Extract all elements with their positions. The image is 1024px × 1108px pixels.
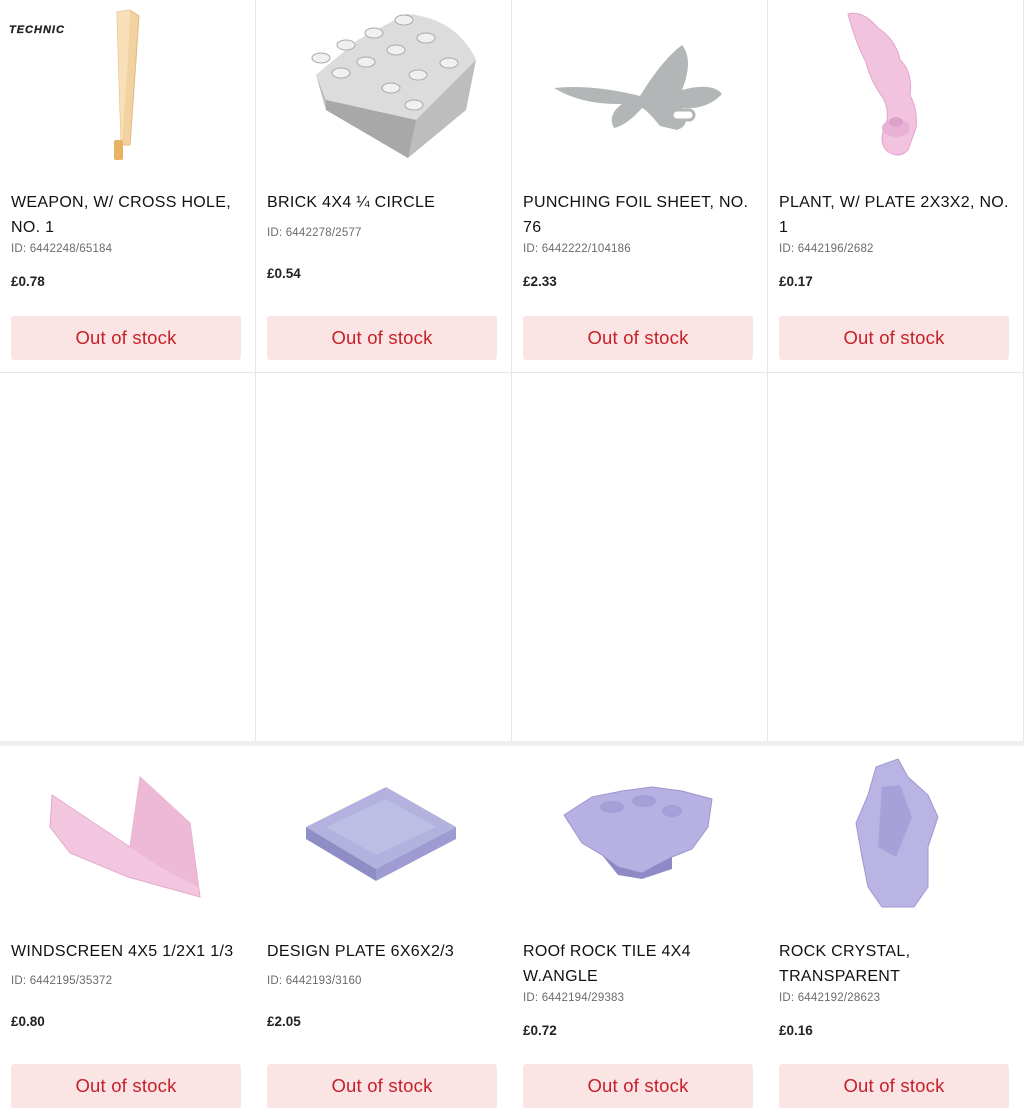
product-price: £0.78 [11,274,45,289]
product-title[interactable]: ROCK CRYSTAL, TRANSPARENT [779,939,1011,989]
windscreen-piece-icon [49,775,201,898]
product-card[interactable]: WINDSCREEN 4X5 1/2X1 1/3 ID: 6442195/353… [0,373,256,1108]
rock-crystal-icon [855,758,939,908]
product-card[interactable]: DESIGN PLATE 6X6X2/3 ID: 6442193/3160 £2… [256,373,512,1108]
out-of-stock-button[interactable]: Out of stock [523,316,753,360]
product-id: ID: 6442192/28623 [779,992,881,1004]
product-title[interactable]: ROOf ROCK TILE 4X4 W.ANGLE [523,939,755,989]
product-price: £2.33 [523,274,557,289]
product-card[interactable]: PUNCHING FOIL SHEET, NO. 76 ID: 6442222/… [512,0,768,373]
product-title[interactable]: DESIGN PLATE 6X6X2/3 [267,939,499,964]
foil-sheet-icon [554,45,722,130]
product-grid: TECHNIC WEAPON, W/ CROSS HOLE, NO. 1 ID:… [0,0,1024,1108]
out-of-stock-button[interactable]: Out of stock [523,1064,753,1108]
product-id: ID: 6442222/104186 [523,243,631,255]
out-of-stock-button[interactable]: Out of stock [267,316,497,360]
product-price: £0.16 [779,1023,813,1038]
product-title[interactable]: PUNCHING FOIL SHEET, NO. 76 [523,190,755,240]
product-price: £0.72 [523,1023,557,1038]
product-price: £0.54 [267,266,301,281]
product-title[interactable]: BRICK 4X4 ¼ CIRCLE [267,190,499,215]
product-image[interactable] [522,757,758,927]
product-image[interactable] [778,757,1014,927]
product-price: £0.17 [779,274,813,289]
product-image[interactable] [522,0,758,170]
product-image[interactable] [266,757,502,927]
out-of-stock-button[interactable]: Out of stock [779,1064,1009,1108]
out-of-stock-button[interactable]: Out of stock [267,1064,497,1108]
sword-piece-icon [114,9,140,160]
product-id: ID: 6442196/2682 [779,243,874,255]
product-card[interactable]: TECHNIC WEAPON, W/ CROSS HOLE, NO. 1 ID:… [0,0,256,373]
product-title[interactable]: WEAPON, W/ CROSS HOLE, NO. 1 [11,190,243,240]
product-card[interactable]: PLANT, W/ PLATE 2X3X2, NO. 1 ID: 6442196… [768,0,1024,373]
product-price: £2.05 [267,1014,301,1029]
product-image[interactable] [266,0,502,170]
out-of-stock-button[interactable]: Out of stock [779,316,1009,360]
out-of-stock-button[interactable]: Out of stock [11,316,241,360]
quarter-circle-brick-icon [311,14,476,158]
product-id: ID: 6442278/2577 [267,227,362,239]
product-title[interactable]: PLANT, W/ PLATE 2X3X2, NO. 1 [779,190,1011,240]
product-price: £0.80 [11,1014,45,1029]
rock-tile-icon [563,786,713,879]
product-card[interactable]: ROCK CRYSTAL, TRANSPARENT ID: 6442192/28… [768,373,1024,1108]
product-card[interactable]: ROOf ROCK TILE 4X4 W.ANGLE ID: 6442194/2… [512,373,768,1108]
product-title[interactable]: WINDSCREEN 4X5 1/2X1 1/3 [11,939,243,964]
product-card[interactable]: BRICK 4X4 ¼ CIRCLE ID: 6442278/2577 £0.5… [256,0,512,373]
product-image[interactable] [10,0,246,170]
product-image[interactable] [10,757,246,927]
product-image[interactable] [778,0,1014,170]
product-id: ID: 6442248/65184 [11,243,113,255]
plant-leaf-icon [847,12,917,156]
page-bottom-edge [0,741,1024,746]
product-id: ID: 6442193/3160 [267,975,362,987]
product-id: ID: 6442195/35372 [11,975,113,987]
out-of-stock-button[interactable]: Out of stock [11,1064,241,1108]
product-id: ID: 6442194/29383 [523,992,625,1004]
design-plate-icon [306,787,456,881]
